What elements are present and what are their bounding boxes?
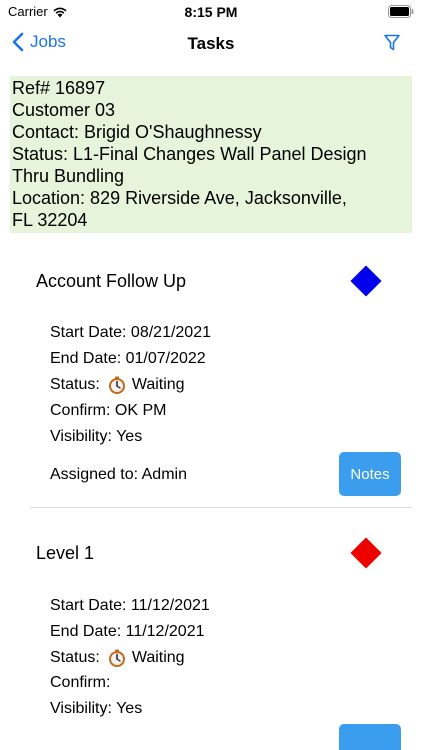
navigation-bar: Jobs Tasks [0,24,422,64]
task-status: Status: Waiting [50,375,185,395]
task-status-label: Status: [50,376,100,393]
page-title: Tasks [187,34,235,53]
task-start-date: Start Date: 08/21/2021 [50,324,211,341]
task-title: Level 1 [36,543,95,563]
task-status-label: Status: [50,649,100,666]
status-bar: Carrier 8:15 PM [0,0,422,24]
job-customer: Customer 03 [12,100,116,120]
job-info: Ref# 16897 Customer 03 Contact: Brigid O… [10,76,412,233]
task-end-date: End Date: 11/12/2021 [50,623,205,640]
task-visibility: Visibility: Yes [50,428,143,445]
stopwatch-icon [108,649,125,667]
job-status-cont: Thru Bundling [12,166,125,186]
task-end-date: End Date: 01/07/2022 [50,350,206,367]
task-start-date: Start Date: 11/12/2021 [50,597,210,614]
priority-diamond-icon [350,537,382,569]
notes-button[interactable] [339,724,401,750]
status-time: 8:15 PM [184,4,238,20]
task-confirm: Confirm: OK PM [50,402,167,419]
stopwatch-icon [108,376,125,394]
battery-icon [388,5,414,18]
priority-diamond-icon [350,265,382,297]
task-status-value: Waiting [131,649,185,666]
filter-icon[interactable] [384,34,400,52]
job-location-cont: FL 32204 [12,210,88,230]
notes-button[interactable]: Notes [339,452,401,496]
task-divider [30,507,412,508]
task-title: Account Follow Up [36,271,187,291]
task-status-value: Waiting [131,376,185,393]
task-visibility: Visibility: Yes [50,700,143,717]
task-assigned: Assigned to: Admin [50,466,187,483]
task-confirm: Confirm: [50,674,111,691]
job-contact: Contact: Brigid O'Shaughnessy [12,122,262,142]
job-status: Status: L1-Final Changes Wall Panel Desi… [12,144,367,164]
job-location: Location: 829 Riverside Ave, Jacksonvill… [12,188,347,208]
job-ref: Ref# 16897 [12,78,106,98]
task-status: Status: Waiting [50,648,185,668]
